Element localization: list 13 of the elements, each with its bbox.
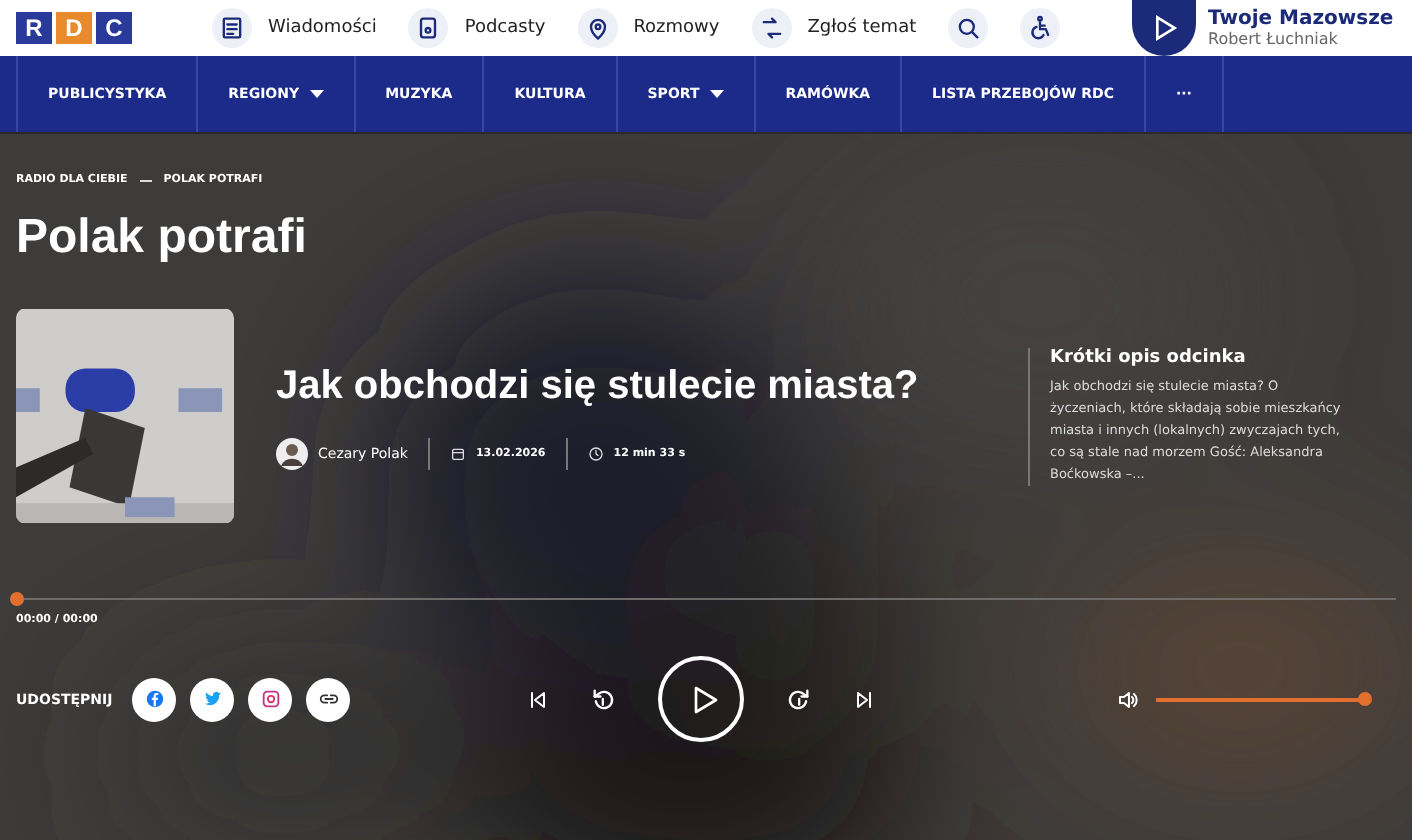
program-title: Twoje Mazowsze <box>1208 8 1394 30</box>
document-icon <box>218 14 246 42</box>
play-button[interactable] <box>1132 0 1196 56</box>
header-link[interactable]: Podcasty <box>408 8 546 48</box>
logo-letter[interactable]: C <box>96 12 132 44</box>
arrows-icon <box>757 14 786 42</box>
search-icon[interactable] <box>954 14 983 42</box>
logo-letter[interactable]: R <box>16 12 52 44</box>
header-link[interactable]: Rozmowy <box>577 8 720 48</box>
host-name: Robert Łuchniak <box>1208 30 1340 48</box>
header-link[interactable]: Wiadomości <box>212 8 377 48</box>
accessibility-icon[interactable] <box>1026 14 1055 42</box>
header-link[interactable]: Zgłoś temat <box>751 8 917 48</box>
